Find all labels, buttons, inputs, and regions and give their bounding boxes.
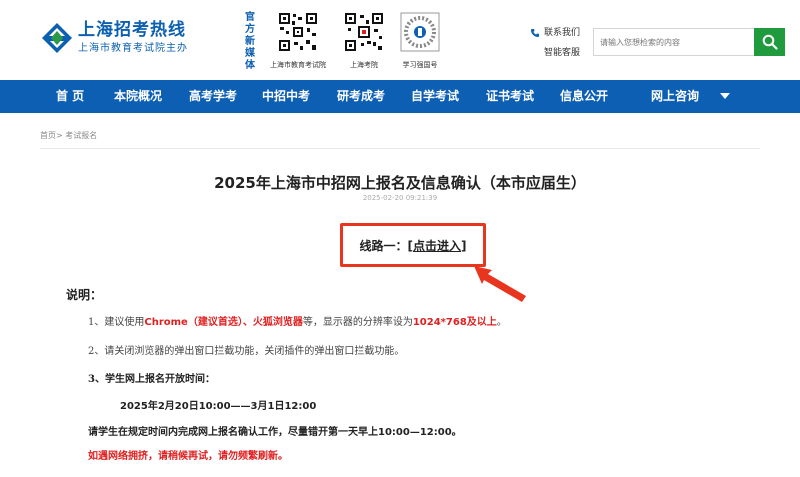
timing-notice: 请学生在规定时间内完成网上报名确认工作，尽量错开第一天早上10:00—12:00… — [88, 423, 462, 438]
enter-link[interactable]: 点击进入 — [413, 239, 461, 253]
resolution-requirement: 1024*768及以上 — [412, 317, 497, 328]
qr-caption: 学习强国号 — [402, 61, 438, 69]
nav-item-home[interactable]: 首 页 — [56, 80, 84, 113]
search-input[interactable] — [594, 29, 754, 55]
contact-us-link[interactable]: 联系我们 — [544, 26, 580, 41]
smart-service-link[interactable]: 智能客服 — [544, 46, 580, 61]
chevron-down-icon[interactable] — [720, 93, 730, 99]
route-label: 线路一： — [359, 238, 408, 253]
search-icon — [762, 34, 778, 50]
item1-suffix: 。 — [496, 317, 507, 328]
logo-subtitle: 上海市教育考试院主办 — [78, 43, 188, 54]
route-bracket-close: ] — [461, 238, 467, 253]
breadcrumb-separator: > — [56, 131, 63, 140]
official-media-label: 官方新媒体 — [245, 12, 255, 71]
site-header: 上海招考热线 上海市教育考试院主办 官方新媒体 上海市教育考试院 上海考院 学习… — [0, 0, 800, 80]
nav-item-zikao[interactable]: 自学考试 — [411, 80, 459, 113]
nav-item-yankao[interactable]: 研考成考 — [337, 80, 385, 113]
instruction-item-2: 2、请关闭浏览器的弹出窗口拦截功能，关闭插件的弹出窗口拦截功能。 — [88, 346, 405, 357]
qr-code-icon — [400, 12, 440, 52]
notice-time: 10:00—12:00 — [378, 427, 452, 438]
breadcrumb: 首页> 考试报名 — [40, 130, 97, 141]
browser-recommendation: Chrome（建议首选）、火狐浏览器 — [144, 317, 303, 328]
qr-code-icon — [344, 12, 384, 52]
logo-emblem-icon — [42, 23, 72, 53]
nav-item-about[interactable]: 本院概况 — [114, 80, 162, 113]
route-highlight-box: 线路一：[点击进入] — [340, 223, 486, 267]
nav-item-certificate[interactable]: 证书考试 — [486, 80, 534, 113]
nav-item-zhongkao[interactable]: 中招中考 — [262, 80, 310, 113]
notice-prefix: 请学生在规定时间内完成网上报名确认工作，尽量错开第一天早上 — [88, 427, 378, 438]
page-title: 2025年上海市中招网上报名及信息确认（本市应届生） — [214, 174, 586, 192]
network-notice: 如遇网络拥挤，请稍候再试，请勿频繁刷新。 — [88, 451, 288, 462]
site-logo[interactable]: 上海招考热线 上海市教育考试院主办 — [40, 20, 188, 56]
search-button[interactable] — [754, 28, 785, 56]
nav-item-gaokao[interactable]: 高考学考 — [189, 80, 237, 113]
publish-date: 2025-02-20 09:21:39 — [362, 194, 438, 202]
breadcrumb-home[interactable]: 首页 — [40, 131, 56, 140]
divider — [40, 148, 760, 149]
phone-icon — [531, 29, 539, 37]
notice-suffix: 。 — [451, 427, 462, 438]
red-arrow-icon — [474, 266, 526, 302]
breadcrumb-current[interactable]: 考试报名 — [65, 131, 97, 140]
qr-code-icon — [278, 12, 318, 52]
logo-title: 上海招考热线 — [78, 20, 186, 40]
item1-mid: 等，显示器的分辨率设为 — [302, 317, 413, 328]
nav-item-consult[interactable]: 网上咨询 — [651, 80, 699, 113]
registration-schedule: 2025年2月20日10:00——3月1日12:00 — [120, 401, 317, 412]
instructions-heading: 说明： — [66, 288, 103, 302]
item1-prefix: 1、建议使用 — [88, 317, 145, 328]
instruction-item-1: 1、建议使用Chrome（建议首选）、火狐浏览器等，显示器的分辨率设为1024*… — [88, 313, 507, 328]
instruction-item-3: 3、学生网上报名开放时间： — [88, 374, 215, 385]
nav-item-disclosure[interactable]: 信息公开 — [560, 80, 608, 113]
qr-code-xuexi[interactable]: 学习强国号 — [380, 12, 460, 70]
main-nav: 首 页 本院概况 高考学考 中招中考 研考成考 自学考试 证书考试 信息公开 网… — [0, 80, 800, 113]
